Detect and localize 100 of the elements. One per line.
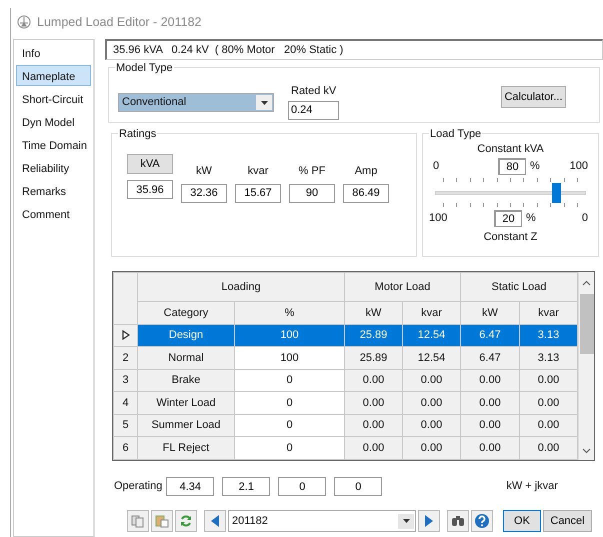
rating-field[interactable]: 35.96 (127, 180, 173, 199)
rated-kv-field[interactable]: 0.24 (288, 100, 339, 120)
table-cell: 0.00 (402, 392, 460, 414)
scale-label: 0 (582, 210, 588, 226)
table-cell[interactable]: Winter Load (138, 392, 234, 414)
table-cell: 0.00 (520, 392, 578, 414)
right-arrow-icon (424, 514, 434, 528)
table-cell: 0.00 (460, 414, 520, 437)
column-label: kvar (248, 164, 268, 179)
scroll-thumb[interactable] (580, 294, 594, 354)
sidebar-tab[interactable]: Time Domain (16, 134, 91, 155)
table-cell[interactable]: 100 (234, 324, 344, 347)
summary-bar: 35.96 kVA 0.24 kV ( 80% Motor 20% Static ) (105, 39, 603, 60)
dialog-button[interactable]: OK (503, 510, 541, 532)
table-cell: 0.00 (344, 436, 402, 460)
slider-thumb[interactable] (552, 182, 561, 202)
scale-label: 100 (429, 210, 448, 226)
sidebar-tab[interactable]: Dyn Model (16, 111, 91, 132)
help-icon[interactable] (471, 510, 493, 532)
operating-label: Operating (114, 479, 162, 494)
sidebar-tab[interactable]: Reliability (16, 157, 91, 178)
table-cell: 6.47 (460, 346, 520, 370)
table-cell: 3.13 (520, 346, 578, 370)
previous-button[interactable] (204, 510, 226, 532)
binoculars-icon[interactable] (447, 510, 469, 532)
paste-icon[interactable] (151, 510, 173, 532)
caret-icon (260, 100, 268, 104)
table-cell: 0.00 (344, 369, 402, 392)
row-number: 6 (122, 442, 129, 454)
scroll-up-icon[interactable] (582, 280, 591, 286)
table-cell: 0.00 (402, 369, 460, 392)
table-cell: 12.54 (402, 324, 460, 347)
table-cell[interactable]: 100 (234, 346, 344, 370)
table-cell: 0.00 (520, 436, 578, 460)
table-cell[interactable]: Summer Load (138, 414, 234, 437)
kva-button[interactable]: kVA (127, 154, 173, 174)
record-dropdown[interactable]: 201182 (228, 510, 416, 532)
slider[interactable] (435, 178, 586, 208)
refresh-icon[interactable] (175, 510, 197, 532)
rating-field[interactable]: 86.49 (343, 184, 389, 202)
table-cell[interactable]: FL Reject (138, 436, 234, 460)
table-cell[interactable]: 0 (234, 414, 344, 437)
column-group-header: Motor Load (344, 272, 460, 302)
operating-field[interactable]: 2.1 (222, 477, 270, 496)
column-label: kW (196, 164, 212, 179)
unit-label: % (526, 210, 536, 226)
group-label: Ratings (118, 126, 158, 142)
table-cell[interactable]: 0 (234, 369, 344, 392)
model-type-dropdown[interactable]: Conventional (118, 93, 274, 112)
row-number: 2 (122, 352, 129, 364)
calculator-button[interactable]: Calculator... (501, 86, 566, 108)
copy-icon[interactable] (127, 510, 149, 532)
operating-field[interactable]: 4.34 (166, 477, 214, 496)
percent-field[interactable]: 80 (498, 158, 526, 174)
row-number: 4 (122, 396, 129, 409)
table-cell: 25.89 (344, 324, 402, 347)
column-group-header: Loading (138, 272, 344, 302)
table-cell[interactable]: Design (138, 324, 234, 347)
sidebar-tab[interactable]: Comment (16, 203, 91, 224)
rated-kv-label: Rated kV (290, 84, 338, 99)
group-label: Load Type (429, 126, 482, 142)
table-cell: 0.00 (520, 369, 578, 392)
sidebar-tab[interactable]: Info (16, 42, 91, 63)
column-group-header: Static Load (460, 272, 578, 302)
scrollbar[interactable] (578, 272, 594, 460)
app-icon (17, 15, 31, 29)
sidebar-tab[interactable]: Short-Circuit (16, 88, 91, 109)
sidebar-tab[interactable]: Nameplate (16, 65, 91, 86)
rating-field[interactable]: 90 (289, 184, 335, 202)
operating-field[interactable]: 0 (334, 477, 382, 496)
next-button[interactable] (418, 510, 440, 532)
table-cell: 6.47 (460, 324, 520, 347)
scroll-down-icon[interactable] (582, 448, 591, 454)
table-cell: 0.00 (344, 392, 402, 414)
column-label: Amp (354, 164, 378, 179)
table-cell: 0.00 (460, 436, 520, 460)
table-cell: 0.00 (460, 369, 520, 392)
operating-field[interactable]: 0 (278, 477, 326, 496)
column-header: Category (138, 302, 234, 324)
table-cell[interactable]: 0 (234, 392, 344, 414)
slider-label: Constant Z (484, 230, 538, 244)
table-cell: 3.13 (520, 324, 578, 347)
unit-label: % (530, 158, 540, 174)
dialog-button[interactable]: Cancel (543, 510, 592, 532)
rating-field[interactable]: 15.67 (235, 184, 281, 202)
sidebar-tab[interactable]: Remarks (16, 180, 91, 201)
table-cell[interactable]: Normal (138, 346, 234, 370)
caret-icon (402, 519, 410, 523)
column-label: % PF (298, 164, 326, 179)
scale-label: 0 (433, 158, 440, 174)
percent-field[interactable]: 20 (494, 210, 522, 226)
table-cell[interactable]: 0 (234, 436, 344, 460)
unit-label: kW + jkvar (506, 479, 558, 494)
table-cell: 12.54 (402, 346, 460, 370)
table-cell[interactable]: Brake (138, 369, 234, 392)
rating-field[interactable]: 32.36 (181, 184, 227, 202)
table-cell: 0.00 (402, 414, 460, 437)
column-header: kW (344, 302, 402, 324)
table-cell: 25.89 (344, 346, 402, 370)
column-header: kvar (402, 302, 460, 324)
